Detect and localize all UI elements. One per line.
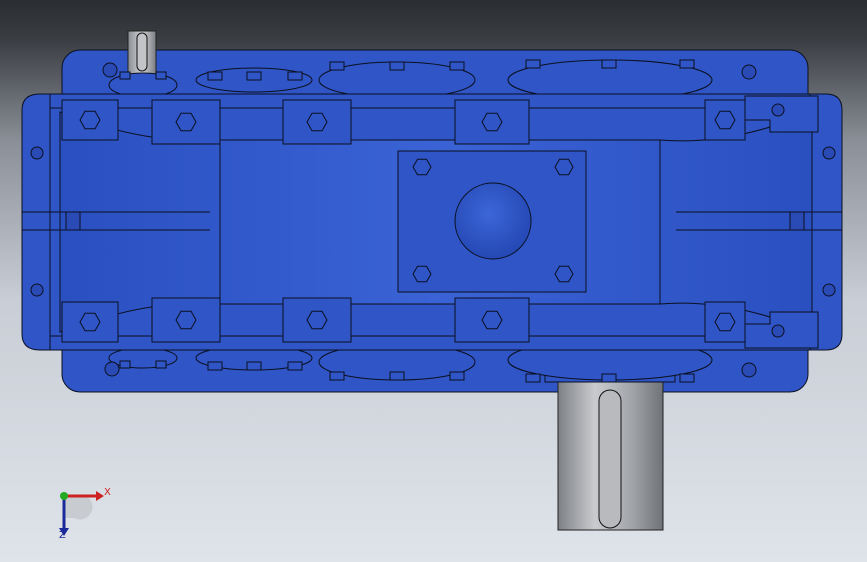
bolt-hex-icon (306, 310, 328, 330)
output-shaft[interactable] (544, 373, 676, 531)
output-shaft-keyway (598, 389, 622, 529)
bolt-hex-icon (714, 312, 736, 332)
bolt-hex-icon (481, 310, 503, 330)
graphics-viewport[interactable]: X Z (0, 0, 867, 562)
bolt-hex-icon (306, 112, 328, 132)
x-axis-label: X (104, 487, 111, 498)
bolt-hex-icon (481, 112, 503, 132)
input-shaft-keyway (136, 32, 148, 72)
bolt-hex-icon (175, 112, 197, 132)
bolt-hex-icon (554, 265, 574, 283)
bolt-hex-icon (412, 265, 432, 283)
bolt-hex-icon (412, 158, 432, 176)
bolt-hex-icon (175, 310, 197, 330)
bolt-hex-icon (554, 158, 574, 176)
z-axis-label: Z (59, 530, 66, 541)
mounting-boss (454, 182, 532, 260)
bolt-hex-icon (79, 312, 101, 332)
input-shaft[interactable] (127, 30, 157, 78)
gearbox-model[interactable] (0, 0, 867, 562)
bolt-hex-icon (79, 110, 101, 130)
bolt-hex-icon (714, 110, 736, 130)
